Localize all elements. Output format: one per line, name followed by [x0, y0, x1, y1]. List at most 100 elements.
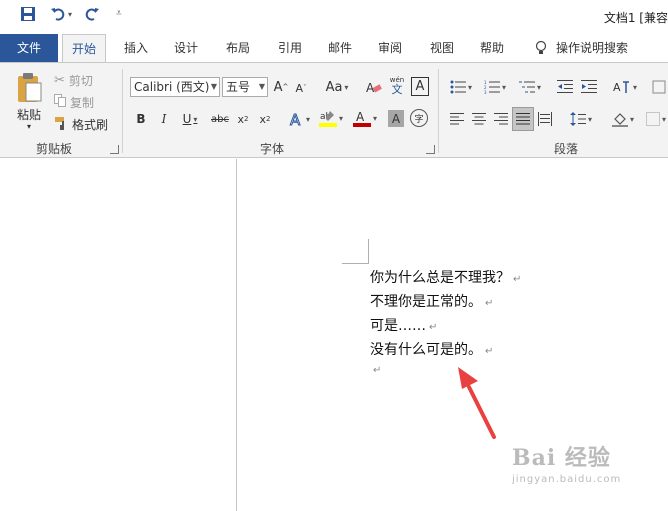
watermark-sub: jingyan.baidu.com: [512, 474, 622, 485]
multilevel-list-icon[interactable]: ▾: [516, 77, 544, 97]
format-painter-icon: [54, 116, 68, 133]
document-paragraph[interactable]: 没有什么可是的。 ↵: [370, 339, 493, 359]
clipboard-group-label: 剪贴板: [36, 142, 73, 156]
tab-home[interactable]: 开始: [62, 34, 106, 63]
strikethrough-icon[interactable]: abc: [210, 109, 230, 129]
shrink-font-icon[interactable]: Aˇ: [293, 79, 309, 97]
decrease-indent-icon[interactable]: [556, 77, 574, 97]
phonetic-char-icon: 文: [391, 83, 403, 96]
format-painter-label: 格式刷: [72, 117, 109, 132]
copy-button[interactable]: 复制: [54, 93, 94, 111]
format-painter-button[interactable]: 格式刷: [54, 115, 108, 133]
font-size-combo[interactable]: 五号 ▼: [222, 77, 268, 97]
paste-dropdown-icon[interactable]: ▾: [22, 121, 36, 131]
font-group-label: 字体: [260, 142, 285, 156]
ribbon: 粘贴 ▾ ✂ 剪切 复制 格式刷 剪贴板 Calibri (西文) ▼ 五号 ▼…: [0, 62, 668, 158]
align-left-icon[interactable]: [448, 109, 466, 129]
chevron-down-icon: ▼: [258, 82, 265, 91]
ribbon-tabs: 文件 开始 插入 设计 布局 引用 邮件 审阅 视图 帮助 操作说明搜索: [0, 34, 668, 63]
customize-qat-icon[interactable]: ⩡: [116, 8, 122, 19]
grow-font-icon[interactable]: A ^: [273, 77, 289, 97]
tab-references[interactable]: 引用: [270, 34, 310, 62]
align-right-icon[interactable]: [492, 109, 510, 129]
tab-design[interactable]: 设计: [166, 34, 206, 62]
group-divider: [438, 69, 439, 153]
justify-icon[interactable]: [512, 107, 534, 131]
superscript-icon[interactable]: x2: [256, 109, 274, 129]
font-color-icon[interactable]: A ▾: [352, 107, 378, 129]
font-size-value: 五号: [226, 80, 251, 94]
cut-label: 剪切: [68, 73, 93, 88]
undo-dropdown-icon[interactable]: ▾: [68, 10, 72, 19]
character-shading-icon[interactable]: A: [388, 110, 404, 127]
clear-formatting-icon[interactable]: A: [366, 77, 382, 97]
enclose-characters-icon[interactable]: 字: [410, 109, 428, 127]
italic-icon[interactable]: I: [157, 109, 171, 129]
chevron-down-icon: ▼: [210, 82, 217, 91]
highlight-color-icon[interactable]: ab ▾: [318, 107, 344, 129]
shading-icon[interactable]: ▾: [608, 109, 638, 129]
watermark-main: Bai 经验: [512, 445, 611, 471]
paragraph-text: 你为什么总是不理我？: [370, 270, 510, 286]
line-spacing-icon[interactable]: ▾: [566, 109, 596, 129]
document-paragraph[interactable]: 可是…… ↵: [370, 315, 437, 335]
tab-help[interactable]: 帮助: [472, 34, 512, 62]
underline-icon[interactable]: U ▾: [178, 109, 202, 129]
svg-text:A: A: [356, 110, 365, 124]
copy-icon: [54, 94, 66, 110]
bullets-icon[interactable]: ▾: [448, 77, 474, 97]
paragraph-mark: ↵: [513, 274, 522, 285]
paragraph-group-label: 段落: [554, 142, 579, 156]
tab-file[interactable]: 文件: [0, 34, 58, 62]
tab-insert[interactable]: 插入: [116, 34, 156, 62]
cut-button[interactable]: ✂ 剪切: [54, 71, 93, 89]
paragraph-mark: ↵: [485, 298, 494, 309]
paragraph-mark: ↵: [373, 365, 382, 376]
font-name-combo[interactable]: Calibri (西文) ▼: [130, 77, 220, 97]
numbering-icon[interactable]: 1 2 3 ▾: [482, 77, 508, 97]
bold-icon[interactable]: B: [134, 109, 148, 129]
tab-mailings[interactable]: 邮件: [320, 34, 360, 62]
svg-text:3: 3: [484, 90, 487, 94]
borders-icon[interactable]: ▾: [644, 109, 668, 129]
text-effects-icon[interactable]: A ▾: [286, 109, 312, 129]
sort-icon[interactable]: [650, 77, 668, 97]
document-paragraph[interactable]: 你为什么总是不理我？ ↵: [370, 267, 521, 287]
phonetic-guide-button[interactable]: wén 文: [388, 75, 406, 97]
change-case-label: Aa: [325, 79, 343, 95]
window-title: 文档1 [兼容: [603, 11, 668, 25]
copy-label: 复制: [70, 95, 95, 110]
paste-icon[interactable]: [14, 71, 44, 105]
chevron-down-icon: ▾: [344, 82, 349, 92]
undo-icon[interactable]: [50, 6, 66, 26]
paragraph-text: 可是……: [370, 318, 426, 334]
document-paragraph[interactable]: 不理你是正常的。 ↵: [370, 291, 493, 311]
lightbulb-icon[interactable]: [532, 34, 550, 62]
increase-indent-icon[interactable]: [580, 77, 598, 97]
font-launcher-icon[interactable]: [426, 145, 435, 154]
paragraph-text: 没有什么可是的。: [370, 342, 482, 358]
tab-review[interactable]: 审阅: [370, 34, 410, 62]
redo-icon[interactable]: [84, 6, 100, 26]
distributed-icon[interactable]: [536, 109, 554, 129]
chinese-layout-icon[interactable]: A ▾: [610, 77, 640, 97]
tab-view[interactable]: 视图: [422, 34, 462, 62]
svg-text:A: A: [613, 81, 621, 94]
subscript-icon[interactable]: x2: [234, 109, 252, 129]
save-icon[interactable]: [20, 6, 36, 26]
crop-mark: [368, 239, 369, 263]
crop-mark: [342, 263, 369, 264]
document-paragraph[interactable]: ↵: [370, 361, 381, 377]
font-name-value: Calibri (西文): [134, 80, 210, 94]
tab-layout[interactable]: 布局: [218, 34, 258, 62]
align-center-icon[interactable]: [470, 109, 488, 129]
clipboard-launcher-icon[interactable]: [110, 145, 119, 154]
tell-me-search[interactable]: 操作说明搜索: [556, 34, 636, 62]
change-case-button[interactable]: Aa ▾: [322, 77, 352, 97]
paragraph-text: 不理你是正常的。: [370, 294, 482, 310]
group-divider: [122, 69, 123, 153]
title-bar: ▾ ⩡ 文档1 [兼容: [0, 0, 668, 34]
annotation-arrow: [458, 367, 496, 439]
page-edge: [236, 159, 237, 511]
character-border-icon[interactable]: A: [411, 77, 429, 96]
